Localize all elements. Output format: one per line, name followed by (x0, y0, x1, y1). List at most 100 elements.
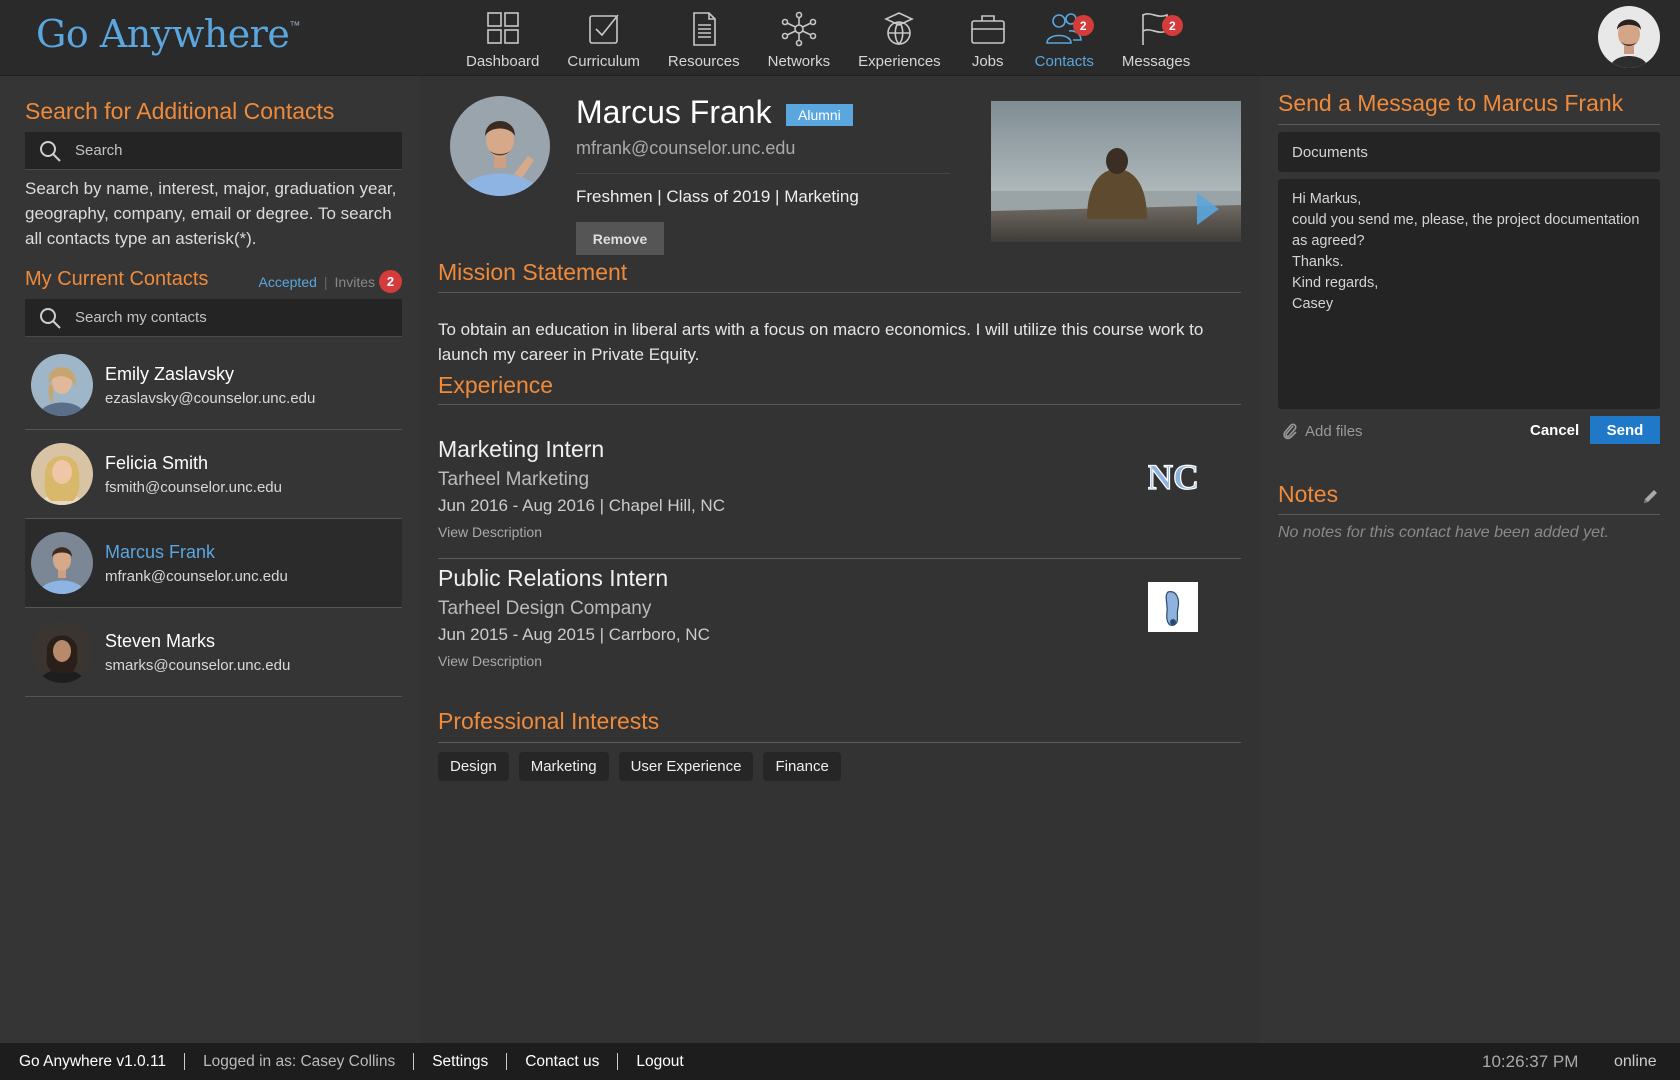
contact-name: Emily Zaslavsky (105, 363, 235, 384)
contacts-badge: 2 (1072, 15, 1094, 36)
experience-dates: Jun 2016 - Aug 2016 | Chapel Hill, NC (438, 496, 725, 515)
invites-badge: 2 (379, 270, 402, 293)
app-logo[interactable]: Go Anywhere™ (36, 12, 300, 56)
nav-curriculum-label: Curriculum (567, 53, 640, 70)
top-bar: Go Anywhere™ Dashboard Curriculum Resour… (0, 0, 1680, 76)
divider (438, 558, 1241, 559)
video-thumbnail (991, 101, 1241, 242)
nav-resources-label: Resources (667, 53, 740, 70)
contact-avatar (31, 354, 93, 416)
search-contacts-input[interactable] (75, 142, 375, 159)
search-contacts-box (25, 132, 402, 170)
nav-networks-label: Networks (767, 53, 831, 70)
nav-dashboard-label: Dashboard (466, 53, 540, 70)
user-avatar-image (1598, 6, 1660, 68)
interest-tags: Design Marketing User Experience Finance (438, 752, 851, 781)
contact-email: smarks@counselor.unc.edu (105, 656, 291, 674)
app-version: Go Anywhere v1.0.11 (0, 1053, 186, 1070)
svg-text:NC: NC (1148, 458, 1198, 497)
divider (438, 292, 1241, 293)
nav-contacts[interactable]: Contacts 2 (1021, 0, 1108, 70)
experience-company: Tarheel Design Company (438, 598, 652, 619)
search-my-contacts-input[interactable] (75, 309, 375, 326)
online-status: online (1614, 1052, 1657, 1070)
dashboard-icon (486, 12, 519, 44)
nav-curriculum[interactable]: Curriculum (553, 0, 654, 70)
view-description-link[interactable]: View Description (438, 524, 1241, 540)
nav-resources[interactable]: Resources (654, 0, 754, 70)
contact-item-steven-marks[interactable]: Steven Marks smarks@counselor.unc.edu (25, 608, 402, 697)
profile-email[interactable]: mfrank@counselor.unc.edu (576, 138, 795, 159)
divider (438, 404, 1241, 405)
edit-pencil-icon[interactable] (1641, 488, 1659, 506)
nc-logo-icon: NC (1146, 456, 1199, 508)
nav-networks[interactable]: Networks (754, 0, 845, 70)
contact-item-felicia-smith[interactable]: Felicia Smith fsmith@counselor.unc.edu (25, 430, 402, 519)
document-icon (692, 12, 716, 46)
message-panel: Send a Message to Marcus Frank Documents… (1260, 76, 1680, 1043)
current-contacts-header: My Current Contacts Accepted | Invites 2 (25, 268, 402, 296)
contacts-tabs: Accepted | Invites 2 (259, 270, 402, 293)
experience-item: Public Relations Intern Tarheel Design C… (438, 565, 1241, 669)
profile-meta: Freshmen | Class of 2019 | Marketing (576, 187, 859, 206)
contact-email: fsmith@counselor.unc.edu (105, 478, 282, 496)
experience-dates: Jun 2015 - Aug 2015 | Carrboro, NC (438, 625, 710, 644)
mission-text: To obtain an education in liberal arts w… (438, 320, 1204, 364)
profile-video[interactable] (991, 101, 1241, 242)
interest-tag[interactable]: Marketing (518, 752, 609, 781)
nav-dashboard[interactable]: Dashboard (452, 0, 553, 70)
search-help-text: Search by name, interest, major, graduat… (25, 179, 397, 248)
divider (1278, 514, 1660, 515)
contact-avatar (31, 621, 93, 683)
send-button[interactable]: Send (1590, 416, 1660, 444)
alumni-badge: Alumni (786, 104, 853, 126)
user-avatar[interactable] (1598, 6, 1660, 68)
add-files-button[interactable]: Add files (1282, 421, 1363, 441)
contact-item-marcus-frank[interactable]: Marcus Frank mfrank@counselor.unc.edu (25, 519, 402, 608)
contact-email: mfrank@counselor.unc.edu (105, 567, 288, 585)
experience-title: Experience (438, 372, 554, 398)
footer: Go Anywhere v1.0.11 Logged in as: Casey … (0, 1043, 1680, 1080)
profile-avatar (450, 96, 550, 196)
contact-us-link[interactable]: Contact us (507, 1053, 619, 1070)
checkbox-icon (588, 14, 619, 44)
logout-link[interactable]: Logout (618, 1053, 701, 1070)
settings-link[interactable]: Settings (414, 1053, 508, 1070)
nav-experiences[interactable]: Experiences (844, 0, 955, 70)
interest-tag[interactable]: Finance (763, 752, 841, 781)
divider (438, 742, 1241, 743)
contact-name: Felicia Smith (105, 452, 209, 473)
remove-contact-button[interactable]: Remove (576, 222, 664, 255)
add-files-label: Add files (1305, 422, 1363, 440)
nav-jobs[interactable]: Jobs (955, 0, 1021, 70)
experience-item: Marketing Intern Tarheel Marketing Jun 2… (438, 436, 1241, 540)
tab-invites[interactable]: Invites (335, 274, 375, 290)
contact-name: Steven Marks (105, 630, 216, 651)
tab-separator: | (323, 273, 328, 290)
experience-company: Tarheel Marketing (438, 469, 590, 490)
interests-title: Professional Interests (438, 708, 660, 734)
profile-divider (576, 173, 950, 174)
paperclip-icon (1283, 423, 1297, 440)
message-subject-field[interactable]: Documents (1278, 132, 1660, 172)
search-contacts-title: Search for Additional Contacts (25, 98, 335, 124)
profile-panel: Marcus Frank Alumni mfrank@counselor.unc… (420, 76, 1260, 1043)
view-description-link[interactable]: View Description (438, 653, 1241, 669)
nav-messages[interactable]: Messages 2 (1108, 0, 1204, 70)
footprint-logo-icon (1148, 582, 1198, 632)
profile-name: Marcus Frank (576, 94, 772, 130)
cancel-button[interactable]: Cancel (1522, 416, 1587, 445)
notes-empty-text: No notes for this contact have been adde… (1278, 524, 1609, 541)
globe-cap-icon (884, 12, 915, 46)
search-icon (40, 140, 61, 162)
message-body-field[interactable]: Hi Markus, could you send me, please, th… (1278, 179, 1660, 409)
divider (1278, 124, 1660, 125)
interest-tag[interactable]: Design (438, 752, 509, 781)
interest-tag[interactable]: User Experience (618, 752, 754, 781)
nav-contacts-label: Contacts (1034, 53, 1094, 70)
tab-accepted[interactable]: Accepted (259, 274, 317, 290)
mission-title: Mission Statement (438, 259, 628, 285)
contact-item-emily-zaslavsky[interactable]: Emily Zaslavsky ezaslavsky@counselor.unc… (25, 341, 402, 430)
contact-avatar (31, 532, 93, 594)
notes-title: Notes (1278, 481, 1339, 507)
